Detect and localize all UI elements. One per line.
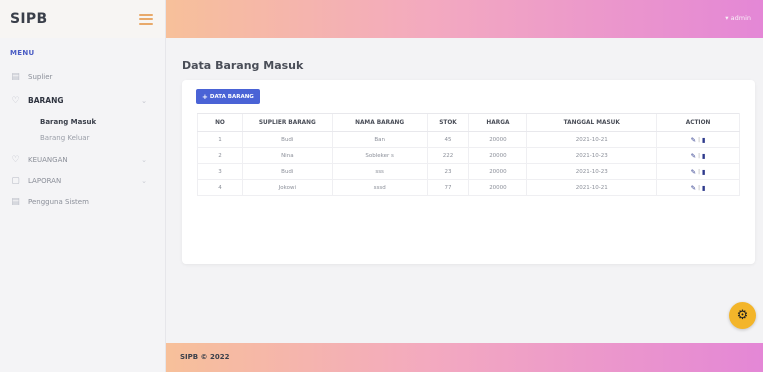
report-icon: ▢ — [11, 175, 20, 186]
chevron-down-icon: ⌄ — [141, 96, 147, 105]
add-data-barang-button[interactable]: + DATA BARANG — [196, 89, 260, 104]
users-icon: ▤ — [11, 196, 20, 207]
box-icon: ♡ — [11, 95, 20, 106]
top-bar: ▾ admin — [166, 0, 763, 38]
column-header: NO — [197, 113, 243, 132]
cell-nama: sss — [331, 163, 428, 180]
chevron-down-icon: ⌄ — [141, 155, 147, 164]
sidebar-subitem-barang-masuk[interactable]: Barang Masuk — [0, 114, 165, 130]
cell-tanggal: 2021-10-21 — [526, 131, 657, 148]
sidebar-item-barang[interactable]: ♡ BARANG ⌄ — [0, 90, 165, 111]
sidebar-item-label: BARANG — [28, 96, 64, 105]
delete-trash-icon[interactable]: ▮ — [702, 168, 706, 176]
cell-nama: Sobleker s — [331, 147, 428, 164]
sidebar: SIPB MENU ▤ Suplier ♡ BARANG ⌄ Barang Ma… — [0, 0, 166, 372]
delete-trash-icon[interactable]: ▮ — [702, 136, 706, 144]
footer-copyright: SIPB © 2022 — [180, 353, 230, 361]
cell-harga: 20000 — [468, 163, 527, 180]
supplier-icon: ▤ — [11, 71, 20, 82]
cell-stok: 222 — [426, 147, 469, 164]
data-card: + DATA BARANG NO SUPLIER BARANG NAMA BAR… — [182, 80, 755, 264]
finance-icon: ♡ — [11, 154, 20, 165]
edit-pencil-icon[interactable]: ✎ — [691, 168, 696, 176]
caret-down-icon: ▾ — [725, 14, 729, 22]
plus-icon: + — [202, 92, 208, 101]
hamburger-menu-icon[interactable] — [139, 13, 153, 25]
column-header: ACTION — [656, 113, 740, 132]
column-header: STOK — [426, 113, 469, 132]
sidebar-item-keuangan[interactable]: ♡ KEUANGAN ⌄ — [0, 149, 165, 170]
menu-heading: MENU — [10, 49, 35, 57]
sidebar-item-label: LAPORAN — [28, 176, 62, 185]
cell-nama: sssd — [331, 179, 428, 196]
app-logo[interactable]: SIPB — [10, 11, 47, 27]
sidebar-item-label: Pengguna Sistem — [28, 197, 89, 206]
edit-pencil-icon[interactable]: ✎ — [691, 152, 696, 160]
column-header: HARGA — [468, 113, 527, 132]
delete-trash-icon[interactable]: ▮ — [702, 184, 706, 192]
table-row: 1 Budi Ban 45 20000 2021-10-21 ✎ | ▮ — [197, 131, 740, 148]
sidebar-subitem-barang-keluar[interactable]: Barang Keluar — [0, 130, 165, 146]
page-title: Data Barang Masuk — [182, 59, 304, 72]
footer: SIPB © 2022 — [166, 343, 763, 372]
edit-pencil-icon[interactable]: ✎ — [691, 184, 696, 192]
chevron-down-icon: ⌄ — [141, 176, 147, 185]
cell-stok: 23 — [426, 163, 469, 180]
cell-suplier: Budi — [241, 131, 333, 148]
table-row: 2 Nina Sobleker s 222 20000 2021-10-23 ✎… — [197, 147, 740, 164]
cell-tanggal: 2021-10-23 — [526, 163, 657, 180]
cell-action: ✎ | ▮ — [656, 179, 740, 196]
edit-pencil-icon[interactable]: ✎ — [691, 136, 696, 144]
brand-bar: SIPB — [0, 0, 165, 38]
user-menu[interactable]: ▾ admin — [725, 14, 751, 22]
main-content: Data Barang Masuk + DATA BARANG NO SUPLI… — [166, 38, 763, 343]
add-button-label: DATA BARANG — [209, 93, 254, 100]
table-row: 3 Budi sss 23 20000 2021-10-23 ✎ | ▮ — [197, 163, 740, 180]
cell-harga: 20000 — [468, 131, 527, 148]
sidebar-item-label: KEUANGAN — [28, 155, 68, 164]
cell-no: 4 — [197, 179, 243, 196]
cell-action: ✎ | ▮ — [656, 163, 740, 180]
delete-trash-icon[interactable]: ▮ — [702, 152, 706, 160]
cell-suplier: Budi — [241, 163, 333, 180]
sidebar-item-laporan[interactable]: ▢ LAPORAN ⌄ — [0, 170, 165, 191]
sidebar-item-suplier[interactable]: ▤ Suplier — [0, 66, 165, 87]
cell-nama: Ban — [331, 131, 428, 148]
cell-tanggal: 2021-10-23 — [526, 147, 657, 164]
column-header: NAMA BARANG — [331, 113, 428, 132]
table-row: 4 Jokowi sssd 77 20000 2021-10-21 ✎ | ▮ — [197, 179, 740, 196]
column-header: SUPLIER BARANG — [241, 113, 333, 132]
cell-action: ✎ | ▮ — [656, 131, 740, 148]
cell-action: ✎ | ▮ — [656, 147, 740, 164]
sidebar-nav: ▤ Suplier ♡ BARANG ⌄ Barang Masuk Barang… — [0, 66, 165, 212]
sidebar-item-label: Suplier — [28, 72, 53, 81]
data-table: NO SUPLIER BARANG NAMA BARANG STOK HARGA… — [197, 113, 740, 196]
table-header-row: NO SUPLIER BARANG NAMA BARANG STOK HARGA… — [197, 113, 740, 132]
cell-suplier: Jokowi — [241, 179, 333, 196]
column-header: TANGGAL MASUK — [526, 113, 657, 132]
cell-tanggal: 2021-10-21 — [526, 179, 657, 196]
user-name: admin — [730, 14, 751, 22]
cell-stok: 45 — [426, 131, 469, 148]
cell-no: 3 — [197, 163, 243, 180]
cell-suplier: Nina — [241, 147, 333, 164]
cell-no: 1 — [197, 131, 243, 148]
cell-stok: 77 — [426, 179, 469, 196]
cell-no: 2 — [197, 147, 243, 164]
settings-gear-icon[interactable]: ⚙ — [729, 302, 756, 329]
cell-harga: 20000 — [468, 147, 527, 164]
sidebar-item-pengguna-sistem[interactable]: ▤ Pengguna Sistem — [0, 191, 165, 212]
cell-harga: 20000 — [468, 179, 527, 196]
